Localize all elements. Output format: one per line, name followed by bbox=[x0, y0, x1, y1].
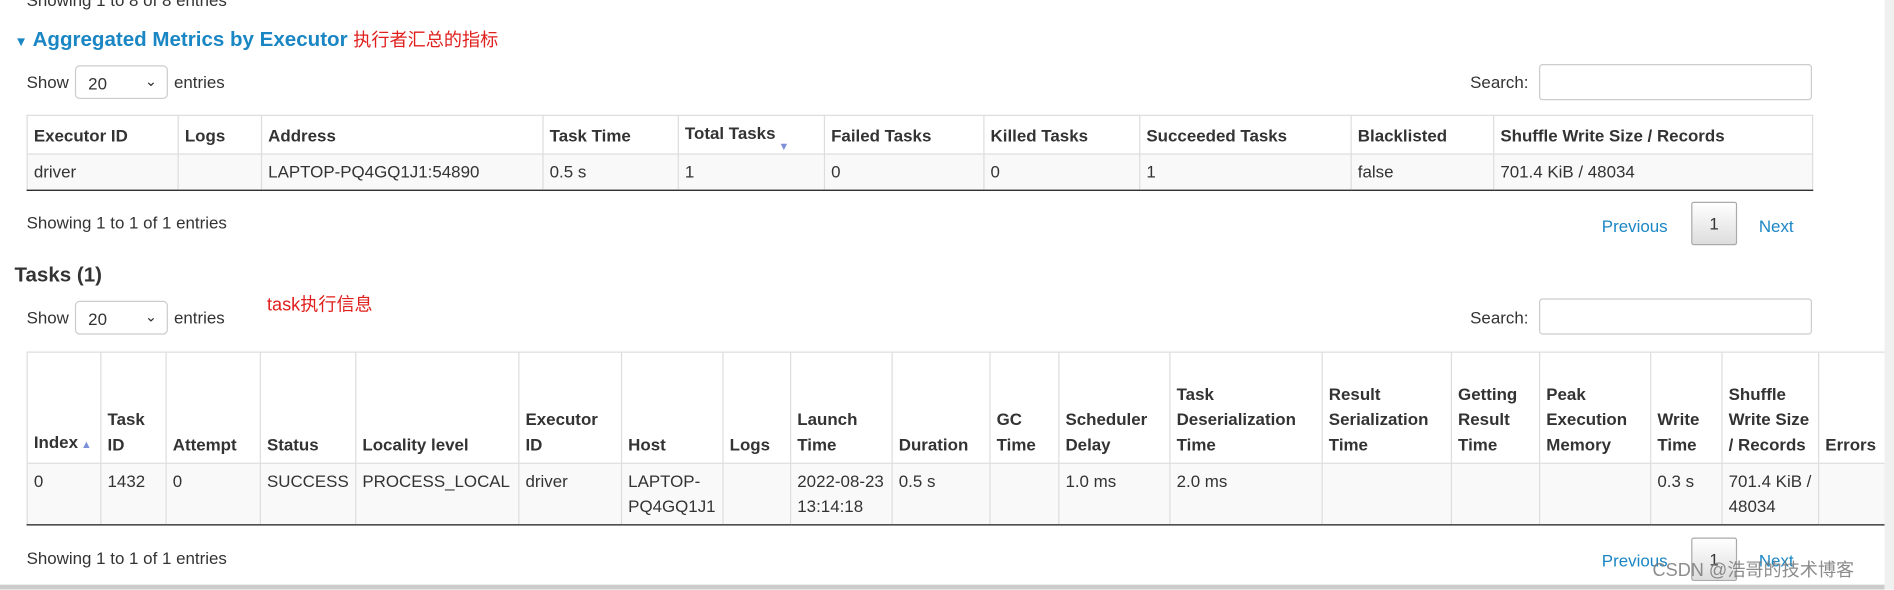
show-label: Show bbox=[26, 308, 69, 328]
tasks-title: Tasks (1) bbox=[14, 263, 103, 287]
table-row: driver LAPTOP-PQ4GQ1J1:54890 0.5 s 1 0 0 1 fals… bbox=[26, 153, 1814, 191]
collapse-triangle-icon: ▼ bbox=[14, 35, 28, 50]
table-cell: 1 bbox=[677, 153, 826, 191]
table-cell: LAPTOP-PQ4GQ1J1:54890 bbox=[260, 153, 544, 191]
sort-ascending-icon: ▲ bbox=[78, 438, 92, 451]
table-cell bbox=[1818, 462, 1886, 526]
table-cell: 0 bbox=[823, 153, 985, 191]
column-header[interactable]: Status bbox=[259, 351, 357, 464]
search-label: Search: bbox=[1470, 308, 1529, 328]
table-cell: driver bbox=[26, 153, 179, 191]
search-input[interactable] bbox=[1538, 298, 1812, 335]
table-cell: 2022-08-23 13:14:18 bbox=[790, 462, 893, 526]
column-header[interactable]: Logs bbox=[177, 114, 263, 155]
column-header[interactable]: Write Time bbox=[1650, 351, 1723, 464]
column-header[interactable]: Host bbox=[620, 351, 724, 464]
watermark: CSDN @浩哥的技术博客 bbox=[1652, 560, 1855, 582]
executor-metrics-table: Executor ID Logs Address Task Time Total Tas… bbox=[26, 114, 1814, 191]
column-header[interactable]: Executor ID bbox=[518, 351, 623, 464]
chevron-down-icon: ⌄ bbox=[144, 308, 158, 325]
table-cell bbox=[1321, 462, 1453, 526]
section-title: Aggregated Metrics by Executor bbox=[32, 27, 348, 51]
table-cell bbox=[177, 153, 263, 191]
column-header[interactable]: Locality level bbox=[355, 351, 520, 464]
table-cell: false bbox=[1350, 153, 1495, 191]
column-header[interactable]: Errors bbox=[1818, 351, 1886, 464]
page-1-button[interactable]: 1 bbox=[1691, 201, 1738, 246]
column-header[interactable]: Task Time bbox=[542, 114, 679, 155]
column-header[interactable]: GC Time bbox=[989, 351, 1060, 464]
sort-descending-icon: ▼ bbox=[775, 140, 790, 153]
column-header[interactable]: Task Deserialization Time bbox=[1169, 351, 1323, 464]
tasks-table: Index ▲ Task ID Attempt Status Locality leve… bbox=[26, 351, 1886, 526]
column-header[interactable]: Executor ID bbox=[26, 114, 179, 155]
column-header[interactable]: Shuffle Write Size / Records bbox=[1493, 114, 1814, 155]
table-cell bbox=[1538, 462, 1652, 526]
annotation: task执行信息 bbox=[266, 294, 373, 316]
column-header[interactable]: Getting Result Time bbox=[1450, 351, 1541, 464]
select-value: 20 bbox=[88, 73, 108, 94]
table-info: Showing 1 to 1 of 1 entries bbox=[26, 212, 227, 232]
table-cell: PROCESS_LOCAL bbox=[355, 462, 520, 526]
table-info: Showing 1 to 1 of 1 entries bbox=[26, 548, 227, 568]
column-header[interactable]: Total Tasks ▼ bbox=[677, 114, 826, 155]
table-cell: 1.0 ms bbox=[1058, 462, 1171, 526]
column-header[interactable]: Killed Tasks bbox=[983, 114, 1141, 155]
show-label: Show bbox=[26, 72, 69, 92]
table-cell: SUCCESS bbox=[259, 462, 357, 526]
table-cell: 701.4 KiB / 48034 bbox=[1721, 462, 1820, 526]
column-header[interactable]: Scheduler Delay bbox=[1058, 351, 1171, 464]
table-cell: 0.5 s bbox=[891, 462, 991, 526]
table-cell: 0.5 s bbox=[542, 153, 679, 191]
entries-select[interactable]: 20 ⌄ bbox=[74, 65, 168, 100]
table-cell: 0 bbox=[165, 462, 261, 526]
previous-table-info: Showing 1 to 8 of 8 entries bbox=[26, 0, 227, 10]
chevron-down-icon: ⌄ bbox=[144, 72, 158, 90]
select-value: 20 bbox=[88, 309, 108, 329]
column-header[interactable]: Launch Time bbox=[790, 351, 893, 464]
table-cell: driver bbox=[518, 462, 623, 526]
table-cell bbox=[722, 462, 792, 526]
entries-select[interactable]: 20 ⌄ bbox=[74, 300, 168, 335]
column-header[interactable]: Logs bbox=[722, 351, 792, 464]
previous-button[interactable]: Previous bbox=[1602, 216, 1668, 235]
table-cell: 1432 bbox=[100, 462, 167, 526]
column-header[interactable]: Index ▲ bbox=[26, 351, 102, 464]
column-header[interactable]: Address bbox=[260, 114, 544, 155]
column-header[interactable]: Succeeded Tasks bbox=[1139, 114, 1352, 155]
annotation: 执行者汇总的指标 bbox=[353, 30, 499, 51]
entries-label: entries bbox=[173, 72, 225, 92]
aggregated-metrics-header[interactable]: ▼ Aggregated Metrics by Executor 执行者汇总的指… bbox=[14, 27, 498, 52]
table-cell: 701.4 KiB / 48034 bbox=[1493, 153, 1814, 191]
entries-label: entries bbox=[173, 308, 225, 328]
table-row: 0 1432 0 SUCCESS PROCESS_LOCAL driver LAPTOP-P… bbox=[26, 462, 1886, 526]
table-cell: 1 bbox=[1139, 153, 1352, 191]
column-header[interactable]: Shuffle Write Size / Records bbox=[1721, 351, 1820, 464]
column-header[interactable]: Blacklisted bbox=[1350, 114, 1495, 155]
next-button[interactable]: Next bbox=[1759, 216, 1794, 235]
column-header[interactable]: Duration bbox=[891, 351, 991, 464]
search-input[interactable] bbox=[1538, 64, 1812, 101]
table-cell: 0 bbox=[26, 462, 102, 526]
search-label: Search: bbox=[1470, 72, 1529, 92]
column-header[interactable]: Attempt bbox=[165, 351, 261, 464]
vertical-scrollbar[interactable] bbox=[1884, 0, 1894, 590]
column-header[interactable]: Peak Execution Memory bbox=[1538, 351, 1652, 464]
table-cell bbox=[1450, 462, 1541, 526]
table-cell: 0 bbox=[983, 153, 1141, 191]
table-cell bbox=[989, 462, 1060, 526]
table-cell: 2.0 ms bbox=[1169, 462, 1323, 526]
column-header[interactable]: Result Serialization Time bbox=[1321, 351, 1453, 464]
table-cell: LAPTOP-PQ4GQ1J1 bbox=[620, 462, 724, 526]
column-header[interactable]: Failed Tasks bbox=[823, 114, 985, 155]
table-cell: 0.3 s bbox=[1650, 462, 1723, 526]
column-header[interactable]: Task ID bbox=[100, 351, 167, 464]
